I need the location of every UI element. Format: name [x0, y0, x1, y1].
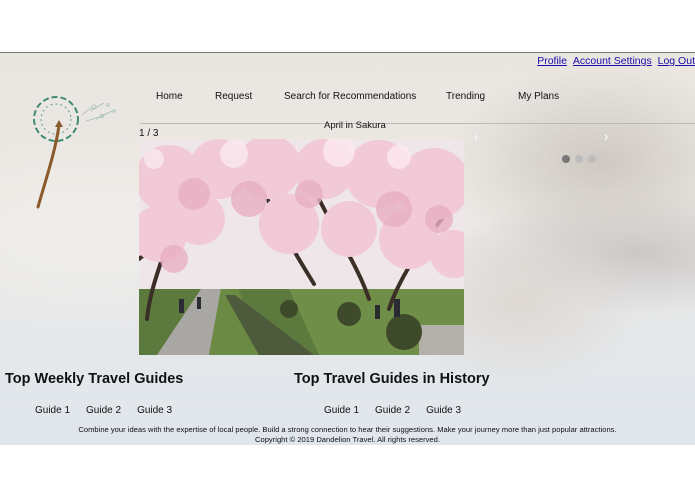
log-out-link[interactable]: Log Out — [658, 55, 695, 67]
footer-copyright: Copyright © 2019 Dandelion Travel. All r… — [255, 435, 440, 444]
slide-indicators — [562, 150, 601, 168]
history-guide-link[interactable]: Guide 1 — [324, 405, 359, 416]
footer-tagline: Combine your ideas with the expertise of… — [78, 425, 617, 434]
main-nav: Home Request Search for Recommendations … — [140, 91, 695, 124]
profile-link[interactable]: Profile — [537, 55, 567, 67]
slide-counter: 1 / 3 — [139, 128, 159, 139]
slide-dot[interactable] — [575, 155, 583, 163]
weekly-guides-list: Guide 1 Guide 2 Guide 3 — [35, 405, 188, 416]
history-guide-link[interactable]: Guide 2 — [375, 405, 410, 416]
weekly-guide-link[interactable]: Guide 3 — [137, 405, 172, 416]
nav-request[interactable]: Request — [215, 91, 252, 102]
slide-image — [139, 139, 464, 355]
history-guide-link[interactable]: Guide 3 — [426, 405, 461, 416]
history-guides-title: Top Travel Guides in History — [294, 371, 490, 387]
slide-caption: April in Sakura — [324, 120, 386, 131]
nav-search-recommendations[interactable]: Search for Recommendations — [284, 91, 416, 102]
nav-home[interactable]: Home — [156, 91, 183, 102]
weekly-guide-link[interactable]: Guide 1 — [35, 405, 70, 416]
slide-dot[interactable] — [588, 155, 596, 163]
account-links: Profile Account Settings Log Out — [534, 55, 695, 67]
account-settings-link[interactable]: Account Settings — [573, 55, 652, 67]
page-background: Profile Account Settings Log Out Home Re… — [0, 52, 695, 445]
history-guides-list: Guide 1 Guide 2 Guide 3 — [324, 405, 477, 416]
weekly-guides-title: Top Weekly Travel Guides — [5, 371, 184, 387]
next-slide-arrow[interactable]: › — [604, 129, 608, 144]
slide-dot[interactable] — [562, 155, 570, 163]
dandelion-logo[interactable] — [24, 89, 124, 209]
nav-trending[interactable]: Trending — [446, 91, 485, 102]
nav-my-plans[interactable]: My Plans — [518, 91, 559, 102]
weekly-guide-link[interactable]: Guide 2 — [86, 405, 121, 416]
prev-slide-arrow[interactable]: ‹ — [474, 129, 478, 144]
